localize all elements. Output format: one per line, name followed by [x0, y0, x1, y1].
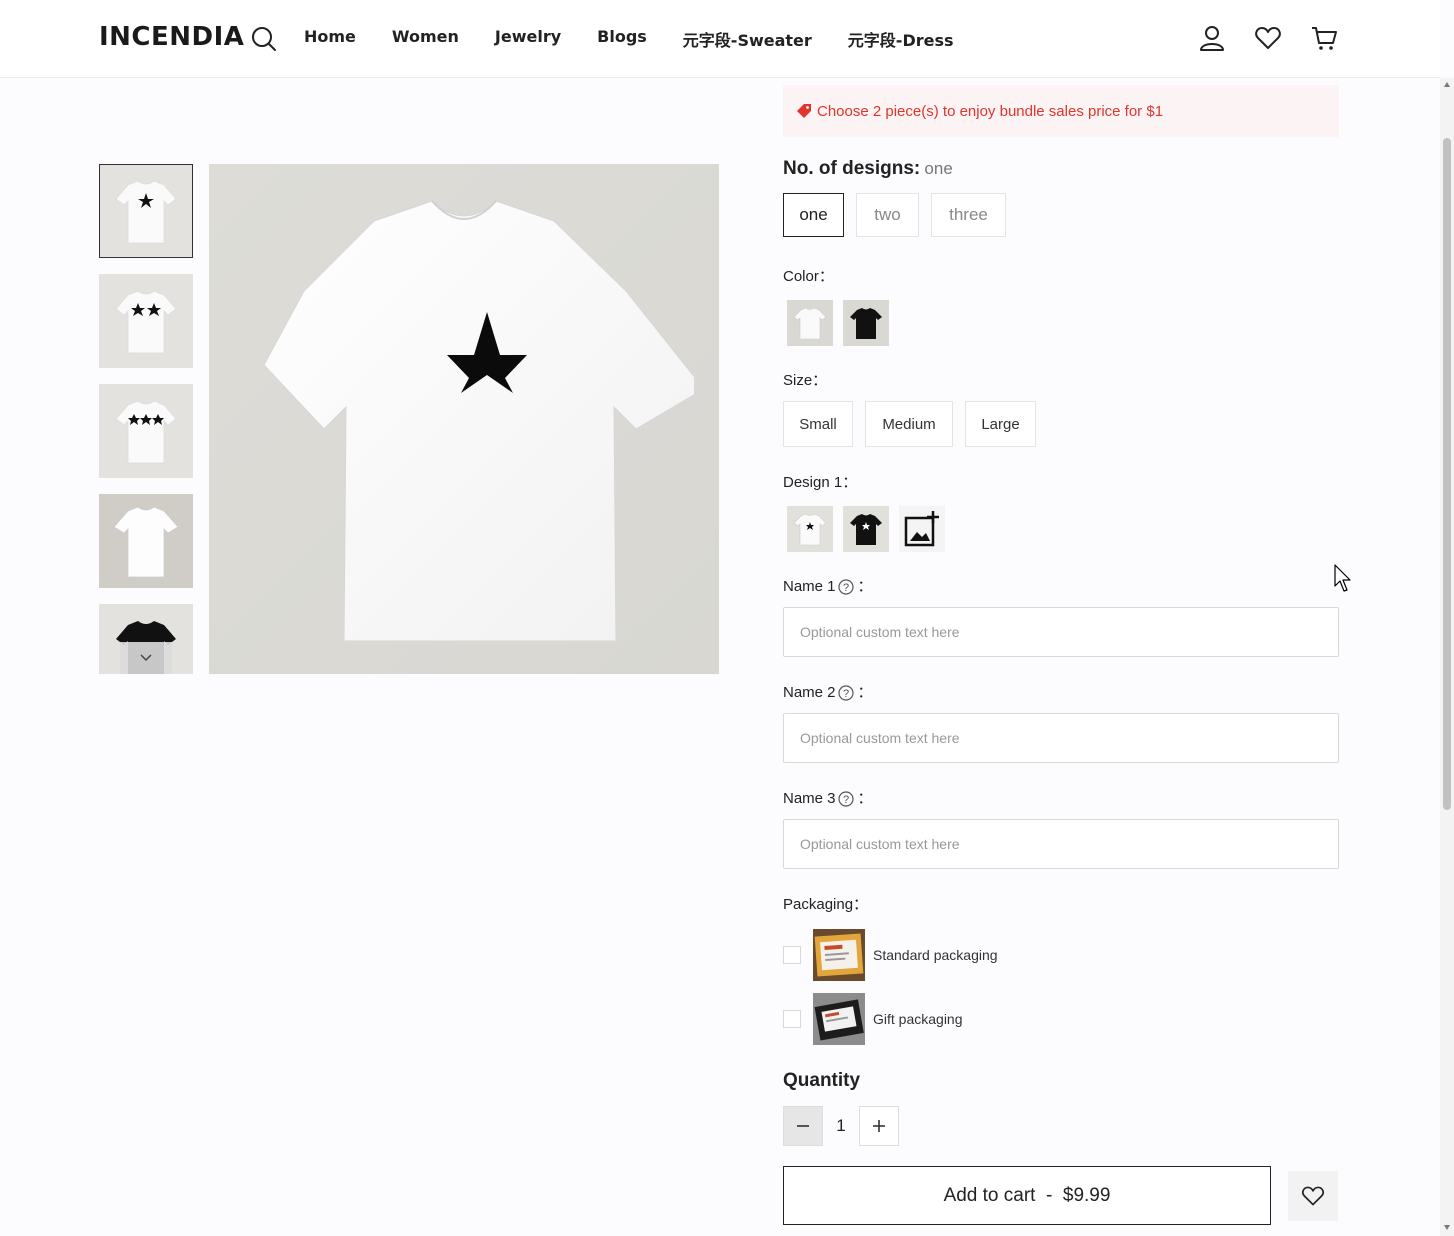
- nav-women[interactable]: Women: [392, 27, 459, 51]
- gift-packaging-label: Gift packaging: [873, 1011, 963, 1027]
- cart-icon[interactable]: [1310, 24, 1338, 52]
- add-image-icon[interactable]: [899, 506, 945, 552]
- gift-packaging-checkbox[interactable]: [783, 1010, 801, 1028]
- scroll-thumb[interactable]: [1443, 138, 1451, 810]
- product-main-image[interactable]: [209, 164, 719, 674]
- site-logo[interactable]: INCENDIA: [99, 22, 244, 52]
- name2-label: Name 2?：: [783, 684, 873, 701]
- scroll-up-icon[interactable]: [1444, 82, 1450, 87]
- name2-input[interactable]: [783, 713, 1339, 763]
- design1-label: Design 1：: [783, 474, 858, 491]
- name1-label: Name 1?：: [783, 578, 873, 595]
- standard-packaging-checkbox[interactable]: [783, 946, 801, 964]
- search-icon[interactable]: [250, 25, 278, 53]
- scroll-down-icon[interactable]: [1444, 1225, 1450, 1230]
- size-option-large[interactable]: Large: [965, 401, 1036, 447]
- standard-packaging-label: Standard packaging: [873, 947, 998, 963]
- color-label: Color：: [783, 268, 834, 285]
- design-swatch-white-star[interactable]: [787, 506, 833, 552]
- mouse-cursor-icon: [1334, 564, 1354, 599]
- color-swatch-black[interactable]: [843, 300, 889, 346]
- size-option-medium[interactable]: Medium: [865, 401, 953, 447]
- promo-text: Choose 2 piece(s) to enjoy bundle sales …: [817, 102, 1164, 120]
- heart-icon[interactable]: [1254, 24, 1282, 52]
- chevron-down-icon: [140, 654, 152, 662]
- designs-option-three[interactable]: three: [931, 193, 1006, 237]
- thumbnail-one-star[interactable]: [99, 164, 193, 258]
- wishlist-button[interactable]: [1288, 1171, 1338, 1221]
- heart-icon: [1302, 1186, 1324, 1206]
- svg-text:?: ?: [842, 794, 848, 806]
- standard-packaging-image: [813, 929, 865, 981]
- site-header: INCENDIA Home Women Jewelry Blogs 元字段-Sw…: [0, 0, 1440, 78]
- thumbnail-plain-white[interactable]: [99, 494, 193, 588]
- quantity-value[interactable]: 1: [823, 1106, 859, 1146]
- designs-label: No. of designs: one: [783, 158, 953, 179]
- bundle-promo-banner: Choose 2 piece(s) to enjoy bundle sales …: [783, 85, 1339, 137]
- minus-icon: [797, 1125, 809, 1127]
- thumbnail-two-star[interactable]: [99, 274, 193, 368]
- nav-home[interactable]: Home: [304, 27, 356, 51]
- nav-blogs[interactable]: Blogs: [597, 27, 647, 51]
- nav-dress[interactable]: 元字段-Dress: [848, 27, 954, 51]
- name3-input[interactable]: [783, 819, 1339, 869]
- help-icon[interactable]: ?: [837, 791, 854, 807]
- quantity-decrease-button[interactable]: [783, 1106, 823, 1146]
- main-nav: Home Women Jewelry Blogs 元字段-Sweater 元字段…: [304, 27, 954, 51]
- size-label: Size：: [783, 372, 828, 389]
- svg-text:?: ?: [842, 688, 848, 700]
- size-option-small[interactable]: Small: [783, 401, 853, 447]
- thumbnail-scroll-down[interactable]: [120, 642, 172, 674]
- help-icon[interactable]: ?: [837, 685, 854, 701]
- thumbnail-strip: [99, 164, 193, 674]
- thumbnail-three-star[interactable]: [99, 384, 193, 478]
- nav-sweater[interactable]: 元字段-Sweater: [683, 27, 812, 51]
- color-swatch-white[interactable]: [787, 300, 833, 346]
- designs-option-one[interactable]: one: [783, 193, 844, 237]
- design-swatch-black-star[interactable]: [843, 506, 889, 552]
- quantity-label: Quantity: [783, 1070, 861, 1091]
- quantity-increase-button[interactable]: [859, 1106, 899, 1146]
- designs-option-two[interactable]: two: [856, 193, 919, 237]
- svg-text:?: ?: [842, 582, 848, 594]
- add-to-cart-button[interactable]: Add to cart - $9.99: [783, 1166, 1271, 1225]
- account-icon[interactable]: [1198, 24, 1226, 52]
- help-icon[interactable]: ?: [837, 579, 854, 595]
- designs-selected-value: one: [924, 159, 953, 178]
- gift-packaging-image: [813, 993, 865, 1045]
- page-scrollbar[interactable]: [1440, 78, 1454, 1236]
- plus-icon: [873, 1120, 885, 1132]
- name3-label: Name 3?：: [783, 790, 873, 807]
- name1-input[interactable]: [783, 607, 1339, 657]
- nav-jewelry[interactable]: Jewelry: [495, 27, 561, 51]
- tag-icon: [797, 104, 811, 118]
- packaging-label: Packaging：: [783, 896, 869, 913]
